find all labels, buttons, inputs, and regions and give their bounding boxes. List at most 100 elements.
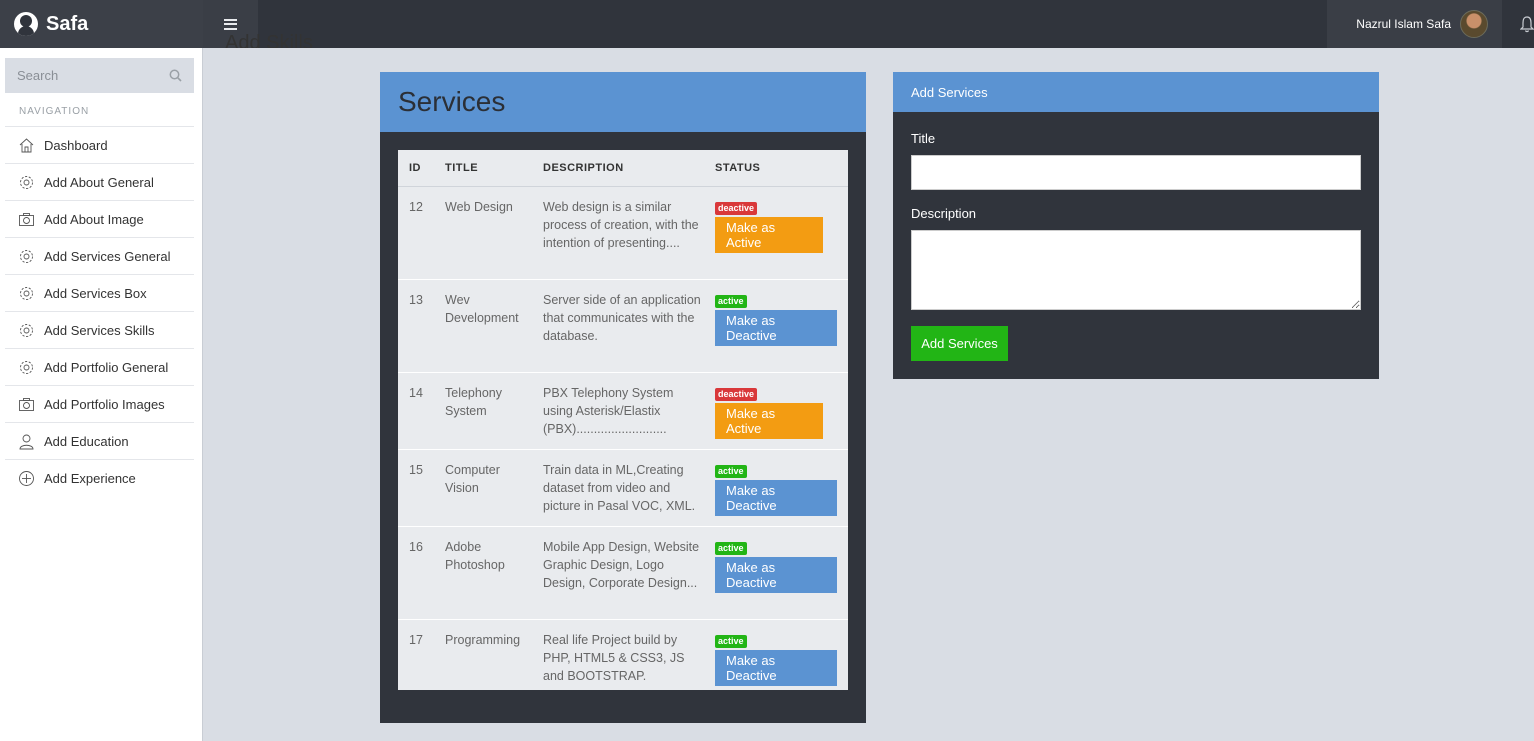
- sidebar-item-label: Add Education: [44, 433, 129, 449]
- services-header: Services: [380, 72, 866, 132]
- add-services-button[interactable]: Add Services: [911, 326, 1008, 361]
- services-panel: Services ID TITLE DESCRIPTION STATUS 12 …: [380, 72, 866, 723]
- home-icon: [19, 137, 34, 152]
- cell-title: Computer Vision: [434, 448, 532, 526]
- sidebar-item-label: Add About General: [44, 174, 154, 190]
- sidebar-item-label: Add Portfolio Images: [44, 396, 165, 412]
- make-deactive-button[interactable]: Make as Deactive: [715, 479, 837, 516]
- column-header-description: DESCRIPTION: [532, 150, 704, 187]
- user-name: Nazrul Islam Safa: [1356, 17, 1451, 31]
- brand-logo-icon: [14, 12, 38, 36]
- make-deactive-button[interactable]: Make as Deactive: [715, 649, 837, 686]
- services-table-wrap: ID TITLE DESCRIPTION STATUS 12 Web Desig…: [398, 150, 848, 696]
- add-services-title: Add Services: [911, 84, 988, 100]
- sidebar-item-add-education[interactable]: Add Education: [5, 422, 194, 459]
- status-badge: active: [715, 634, 747, 648]
- sidebar-item-add-about-image[interactable]: Add About Image: [5, 200, 194, 237]
- brand[interactable]: Safa: [0, 0, 203, 48]
- sidebar-item-dashboard[interactable]: Dashboard: [5, 126, 194, 163]
- cell-description: Web design is a similar process of creat…: [532, 185, 704, 279]
- make-deactive-button[interactable]: Make as Deactive: [715, 309, 837, 346]
- sidebar-item-label: Add Services General: [44, 248, 171, 264]
- table-row: 15 Computer Vision Train data in ML,Crea…: [398, 448, 848, 526]
- cell-id: 17: [398, 618, 434, 696]
- search-icon[interactable]: [169, 69, 182, 82]
- user-icon: [19, 434, 34, 449]
- sidebar-item-label: Add About Image: [44, 211, 144, 227]
- cell-status: active Make as Deactive: [704, 525, 848, 619]
- brand-name: Safa: [46, 12, 89, 35]
- table-header-row: ID TITLE DESCRIPTION STATUS: [398, 150, 848, 187]
- status-badge: deactive: [715, 201, 758, 215]
- gear-icon: [20, 249, 33, 263]
- cell-description: Mobile App Design, Website Graphic Desig…: [532, 525, 704, 619]
- table-row: 14 Telephony System PBX Telephony System…: [398, 371, 848, 449]
- cell-id: 13: [398, 278, 434, 372]
- sidebar-item-label: Add Portfolio General: [44, 359, 169, 375]
- search-box: [5, 58, 194, 93]
- status-badge: active: [715, 464, 747, 478]
- table-row: 13 Wev Development Server side of an app…: [398, 278, 848, 372]
- sidebar-item-add-portfolio-general[interactable]: Add Portfolio General: [5, 348, 194, 385]
- status-badge: active: [715, 294, 747, 308]
- column-header-status: STATUS: [704, 150, 848, 187]
- column-header-title: TITLE: [434, 150, 532, 187]
- services-title: Services: [398, 86, 506, 117]
- make-active-button[interactable]: Make as Active: [715, 216, 823, 253]
- gear-icon: [20, 360, 33, 374]
- cell-description: PBX Telephony System using Asterisk/Elas…: [532, 371, 704, 449]
- make-active-button[interactable]: Make as Active: [715, 402, 823, 439]
- cell-id: 14: [398, 371, 434, 449]
- sidebar-item-label: Add Services Skills: [44, 322, 155, 338]
- sidebar-item-add-services-box[interactable]: Add Services Box: [5, 274, 194, 311]
- add-services-header: Add Services: [893, 72, 1379, 112]
- camera-icon: [19, 212, 34, 226]
- sidebar-item-add-portfolio-images[interactable]: Add Portfolio Images: [5, 385, 194, 422]
- page-heading: Add Skills: [225, 32, 313, 48]
- status-badge: deactive: [715, 387, 758, 401]
- cell-status: active Make as Deactive: [704, 618, 848, 696]
- cell-status: active Make as Deactive: [704, 448, 848, 526]
- sidebar-item-label: Add Services Box: [44, 285, 147, 301]
- plus-circle-icon: [19, 470, 34, 486]
- cell-title: Wev Development: [434, 278, 532, 372]
- avatar: [1460, 10, 1488, 38]
- cell-description: Train data in ML,Creating dataset from v…: [532, 448, 704, 526]
- status-badge: active: [715, 541, 747, 555]
- nav-list: Dashboard Add About General Add About Im…: [5, 126, 194, 496]
- add-services-panel: Add Services Title Description Add Servi…: [893, 72, 1379, 379]
- cell-title: Programming: [434, 618, 532, 696]
- sidebar-item-label: Dashboard: [44, 137, 108, 153]
- cell-description: Real life Project build by PHP, HTML5 & …: [532, 618, 704, 696]
- cell-title: Adobe Photoshop: [434, 525, 532, 619]
- column-header-id: ID: [398, 150, 434, 187]
- cell-id: 15: [398, 448, 434, 526]
- title-input[interactable]: [911, 155, 1361, 190]
- services-table: ID TITLE DESCRIPTION STATUS 12 Web Desig…: [398, 150, 848, 696]
- description-label: Description: [911, 206, 977, 221]
- sidebar-item-add-services-skills[interactable]: Add Services Skills: [5, 311, 194, 348]
- sidebar-item-add-about-general[interactable]: Add About General: [5, 163, 194, 200]
- table-row: 16 Adobe Photoshop Mobile App Design, We…: [398, 525, 848, 619]
- gear-icon: [20, 286, 33, 300]
- make-deactive-button[interactable]: Make as Deactive: [715, 556, 837, 593]
- cell-description: Server side of an application that commu…: [532, 278, 704, 372]
- sidebar-item-label: Add Experience: [44, 470, 136, 486]
- sidebar-item-add-services-general[interactable]: Add Services General: [5, 237, 194, 274]
- sidebar: NAVIGATION Dashboard Add About General A…: [0, 48, 203, 741]
- nav-section-title: NAVIGATION: [19, 106, 90, 117]
- table-row: 17 Programming Real life Project build b…: [398, 618, 848, 696]
- cell-status: active Make as Deactive: [704, 278, 848, 372]
- gear-icon: [20, 323, 33, 337]
- description-textarea[interactable]: [911, 230, 1361, 310]
- sidebar-item-add-experience[interactable]: Add Experience: [5, 459, 194, 496]
- cell-title: Web Design: [434, 185, 532, 279]
- bell-icon[interactable]: [1520, 12, 1534, 36]
- table-row: 12 Web Design Web design is a similar pr…: [398, 185, 848, 279]
- cell-id: 16: [398, 525, 434, 619]
- camera-icon: [19, 397, 34, 411]
- title-label: Title: [911, 131, 936, 146]
- user-menu[interactable]: Nazrul Islam Safa: [1327, 0, 1502, 48]
- search-input[interactable]: [17, 68, 167, 83]
- cell-status: deactive Make as Active: [704, 185, 848, 279]
